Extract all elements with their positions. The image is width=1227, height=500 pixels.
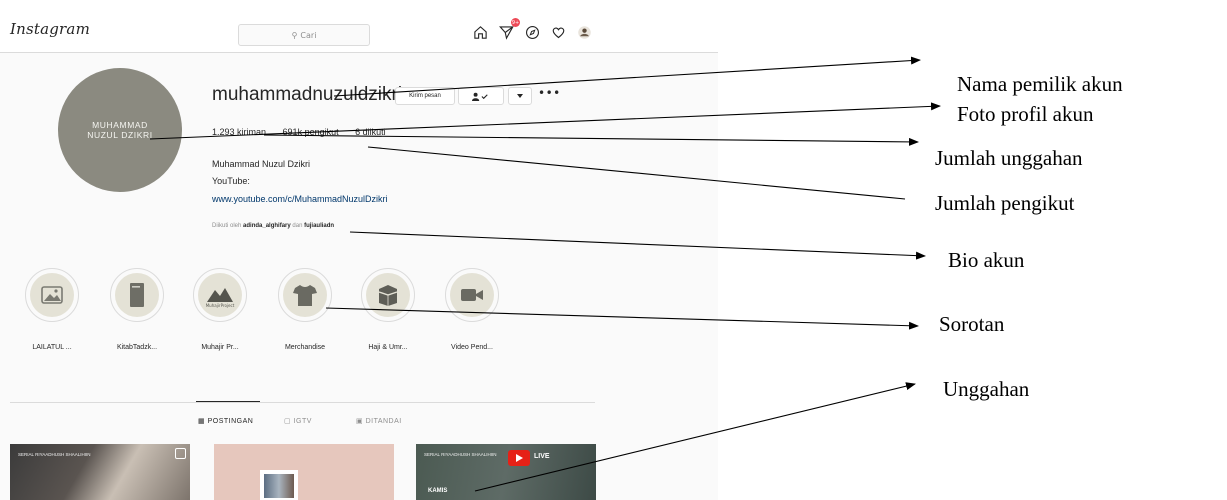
highlight-item[interactable]: Haji & Umr... [356, 268, 420, 351]
followed-by-prefix: Diikuti oleh [212, 223, 242, 229]
highlight-ring [25, 268, 79, 322]
igtv-icon: ▢ [284, 418, 292, 425]
followed-by-user-1[interactable]: adinda_alghifary [243, 223, 291, 229]
highlight-item[interactable]: KitabTadzk... [105, 268, 169, 351]
highlight-label: Video Pend... [451, 344, 493, 351]
follower-count[interactable]: 691k pengikut [283, 127, 339, 137]
post-series-tag: SERIAL RIYAADHUSH SHAALIHIIN [424, 452, 497, 457]
live-badge: LIVE [534, 453, 550, 460]
book-icon [130, 283, 144, 307]
tab-igtv[interactable]: ▢ IGTV [284, 417, 312, 425]
kaaba-icon [378, 285, 398, 306]
image-icon [41, 286, 63, 304]
mountain-logo-icon: MuhajirProject [206, 288, 235, 308]
person-check-icon [472, 92, 488, 101]
tabs-divider [10, 402, 595, 403]
followed-by-user-2[interactable]: fujiauliadn [304, 223, 334, 229]
multiple-photos-icon [175, 448, 186, 459]
highlight-item[interactable]: Video Pend... [440, 268, 504, 351]
more-options-icon[interactable]: ••• [538, 86, 561, 100]
highlight-item[interactable]: Merchandise [273, 268, 337, 351]
highlight-cover [366, 273, 410, 317]
tab-posts[interactable]: ▦ POSTINGAN [198, 417, 253, 425]
tagged-icon: ▣ [356, 418, 364, 425]
highlight-cover [283, 273, 327, 317]
annotation-posts: Unggahan [943, 377, 1030, 401]
post-series-tag: SERIAL RIYAADHUSH SHAALIHIIN [18, 452, 91, 457]
suggestions-dropdown-button[interactable] [508, 87, 532, 105]
instagram-logo[interactable]: Instagram [10, 20, 90, 38]
highlight-label: LAILATUL ... [32, 344, 72, 351]
post-thumbnail[interactable] [214, 444, 394, 500]
profile-full-name: Muhammad Nuzul Dzikri [212, 159, 311, 169]
top-navigation-bar: Instagram ⚲ Cari 9+ [0, 0, 718, 53]
highlight-cover: MuhajirProject [198, 273, 242, 317]
highlight-item[interactable]: MuhajirProject Muhajir Pr... [188, 268, 252, 351]
following-button[interactable] [458, 87, 504, 105]
highlight-cover [450, 273, 494, 317]
mountain-logo-text: MuhajirProject [206, 303, 235, 308]
profile-stats: 1.293 kiriman 691k pengikut 6 diikuti [212, 127, 400, 137]
annotation-highlights: Sorotan [939, 312, 1005, 336]
highlight-ring [110, 268, 164, 322]
annotation-profile-photo: Foto profil akun [957, 102, 1094, 126]
send-message-button[interactable]: Kirim pesan [395, 87, 455, 105]
activity-heart-icon[interactable] [550, 24, 566, 40]
tab-posts-label: POSTINGAN [207, 418, 254, 425]
search-icon: ⚲ [291, 30, 298, 40]
post-count: 1.293 kiriman [212, 127, 267, 137]
search-placeholder: Cari [300, 30, 317, 40]
notification-badge: 9+ [511, 18, 520, 27]
annotation-follower-count: Jumlah pengikut [935, 191, 1075, 215]
highlight-label: Muhajir Pr... [201, 344, 239, 351]
video-camera-icon [461, 289, 483, 301]
search-input[interactable]: ⚲ Cari [238, 24, 370, 46]
profile-avatar-icon[interactable] [576, 24, 592, 40]
highlight-item[interactable]: LAILATUL ... [20, 268, 84, 351]
explore-icon[interactable] [524, 24, 540, 40]
direct-message-icon[interactable]: 9+ [498, 18, 520, 40]
grid-icon: ▦ [198, 418, 206, 425]
post-thumbnail[interactable]: SERIAL RIYAADHUSH SHAALIHIIN LIVE KAMIS [416, 444, 596, 500]
highlight-ring [361, 268, 415, 322]
profile-username: muhammadnuzuldzikri [212, 84, 403, 105]
highlight-cover [115, 273, 159, 317]
profile-photo[interactable]: MUHAMMAD NUZUL DZIKRI [58, 68, 182, 192]
post-day-label: KAMIS [428, 488, 448, 494]
tab-tagged[interactable]: ▣ DITANDAI [356, 417, 402, 425]
highlight-ring: MuhajirProject [193, 268, 247, 322]
highlight-cover [30, 273, 74, 317]
following-count[interactable]: 6 diikuti [355, 127, 386, 137]
nav-icons: 9+ [472, 18, 592, 40]
post-image-frame [260, 470, 298, 500]
highlight-label: KitabTadzk... [116, 344, 158, 351]
home-icon[interactable] [472, 24, 488, 40]
profile-photo-text: MUHAMMAD NUZUL DZIKRI [87, 120, 153, 140]
post-inner-photo [264, 474, 294, 498]
followed-by-conjunction: dan [292, 223, 303, 229]
followed-by-text: Diikuti oleh adinda_alghifary dan fujiau… [212, 223, 334, 229]
chevron-down-icon [517, 94, 523, 98]
instagram-screenshot: Instagram ⚲ Cari 9+ MUHAMMAD NUZUL DZIKR… [0, 0, 718, 500]
post-thumbnail[interactable]: SERIAL RIYAADHUSH SHAALIHIIN [10, 444, 190, 500]
tshirt-icon [293, 285, 317, 306]
bio-text: YouTube: [212, 176, 250, 186]
bio-link[interactable]: www.youtube.com/c/MuhammadNuzulDzikri [212, 194, 388, 204]
tab-tagged-label: DITANDAI [365, 418, 402, 425]
annotation-post-count: Jumlah unggahan [935, 146, 1083, 170]
tab-igtv-label: IGTV [293, 418, 312, 425]
highlight-label: Haji & Umr... [368, 344, 408, 351]
youtube-play-icon [508, 450, 530, 466]
highlight-ring [445, 268, 499, 322]
highlight-label: Merchandise [284, 344, 326, 351]
annotation-bio: Bio akun [948, 248, 1025, 272]
highlight-ring [278, 268, 332, 322]
annotation-owner-name: Nama pemilik akun [957, 72, 1123, 96]
active-tab-indicator [196, 401, 260, 402]
